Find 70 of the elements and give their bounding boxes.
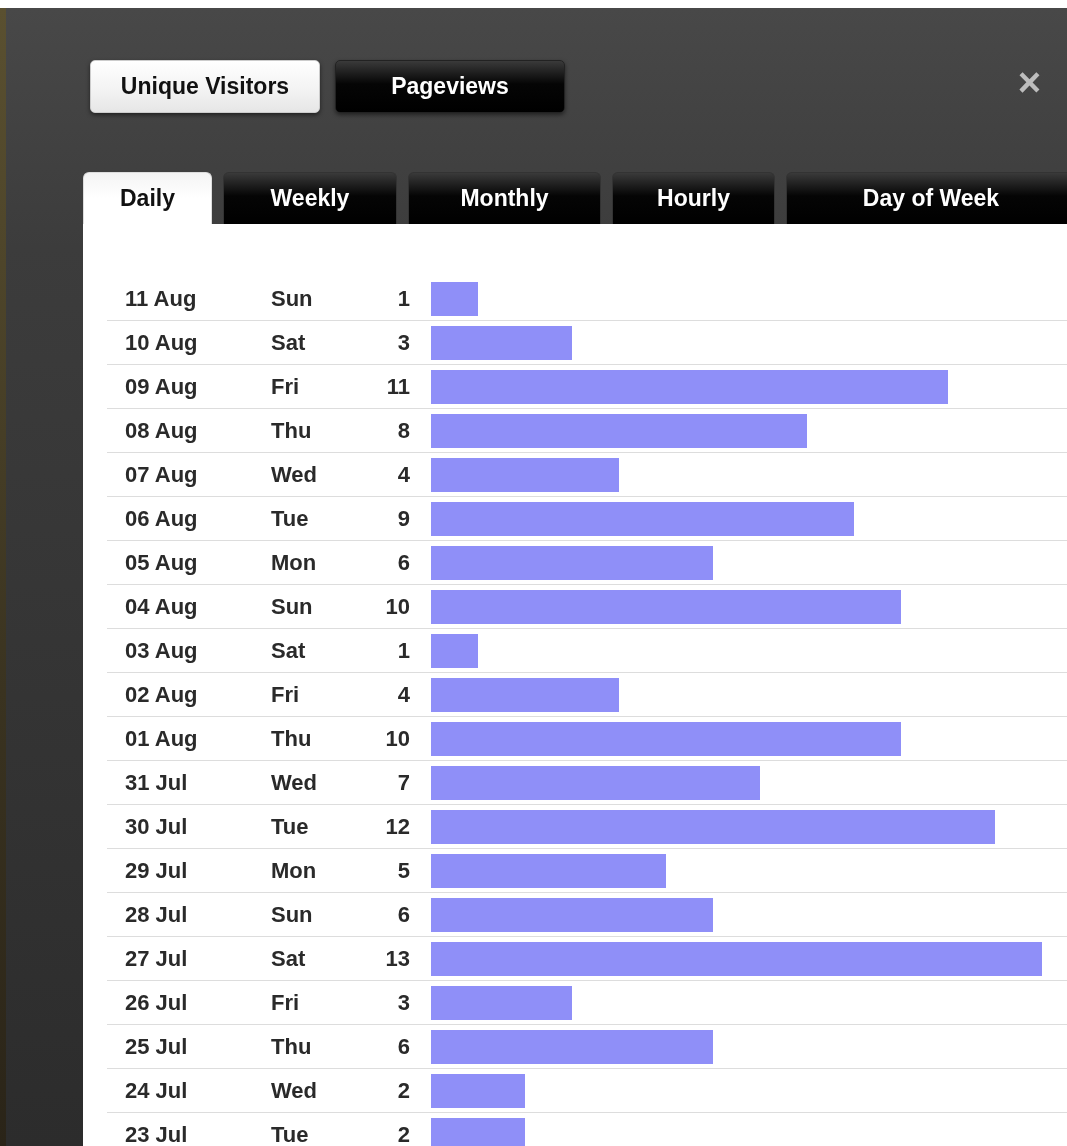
date-label: 03 Aug	[124, 637, 199, 664]
date-label: 29 Jul	[124, 857, 189, 884]
date-label: 10 Aug	[124, 329, 199, 356]
tab[interactable]: Weekly	[223, 172, 397, 224]
date-label: 28 Jul	[124, 901, 189, 928]
weekday-label: Sat	[271, 945, 307, 972]
date-label: 11 Aug	[124, 285, 198, 312]
date-label: 05 Aug	[124, 549, 199, 576]
date-label: 02 Aug	[124, 681, 199, 708]
weekday-label: Sun	[271, 593, 314, 620]
weekday-label: Mon	[271, 549, 318, 576]
visitor-count: 11	[385, 373, 410, 400]
weekday-label: Thu	[271, 417, 313, 444]
visitor-count: 6	[396, 1033, 410, 1060]
metric-button[interactable]: Pageviews	[335, 60, 565, 113]
visitor-count: 8	[396, 417, 410, 444]
weekday-label: Fri	[271, 681, 301, 708]
weekday-label: Wed	[271, 461, 319, 488]
weekday-label: Fri	[271, 989, 301, 1016]
visitor-count: 4	[396, 461, 410, 488]
visitor-count: 3	[396, 989, 410, 1016]
visitor-count: 10	[384, 593, 410, 620]
date-label: 31 Jul	[124, 769, 189, 796]
visitor-count: 10	[384, 725, 410, 752]
weekday-label: Sun	[271, 285, 314, 312]
weekday-label: Sat	[271, 329, 307, 356]
tab[interactable]: Daily	[83, 172, 212, 224]
visitor-count: 6	[396, 901, 410, 928]
close-button[interactable]: ×	[1013, 65, 1045, 99]
tab[interactable]: Hourly	[612, 172, 775, 224]
visitor-count: 2	[396, 1077, 410, 1104]
weekday-label: Tue	[271, 1121, 310, 1146]
weekday-label: Fri	[271, 373, 301, 400]
weekday-label: Wed	[271, 769, 319, 796]
date-label: 27 Jul	[124, 945, 189, 972]
visitor-count: 1	[396, 637, 410, 664]
count-bar	[431, 281, 478, 316]
count-bar	[431, 633, 478, 668]
date-label: 08 Aug	[124, 417, 199, 444]
visitor-count: 7	[396, 769, 410, 796]
weekday-label: Thu	[271, 1033, 313, 1060]
weekday-label: Tue	[271, 813, 310, 840]
visitor-count: 5	[396, 857, 410, 884]
date-label: 07 Aug	[124, 461, 199, 488]
visitor-count: 3	[396, 329, 410, 356]
date-label: 24 Jul	[124, 1077, 189, 1104]
date-label: 30 Jul	[124, 813, 189, 840]
date-label: 26 Jul	[124, 989, 189, 1016]
visitor-count: 9	[396, 505, 410, 532]
visitor-count: 13	[384, 945, 410, 972]
weekday-label: Sat	[271, 637, 307, 664]
date-label: 25 Jul	[124, 1033, 189, 1060]
weekday-label: Thu	[271, 725, 313, 752]
weekday-label: Wed	[271, 1077, 319, 1104]
weekday-label: Mon	[271, 857, 318, 884]
date-label: 04 Aug	[124, 593, 199, 620]
weekday-label: Tue	[271, 505, 310, 532]
weekday-label: Sun	[271, 901, 314, 928]
metric-button[interactable]: Unique Visitors	[90, 60, 320, 113]
date-label: 23 Jul	[124, 1121, 189, 1146]
tab[interactable]: Monthly	[408, 172, 601, 224]
visitor-count: 2	[396, 1121, 410, 1146]
visitor-count: 1	[396, 285, 410, 312]
tab[interactable]: Day of Week	[786, 172, 1067, 224]
date-label: 01 Aug	[124, 725, 199, 752]
date-label: 09 Aug	[124, 373, 199, 400]
date-label: 06 Aug	[124, 505, 199, 532]
visitor-count: 12	[384, 813, 410, 840]
visitor-count: 4	[396, 681, 410, 708]
visitor-count: 6	[396, 549, 410, 576]
